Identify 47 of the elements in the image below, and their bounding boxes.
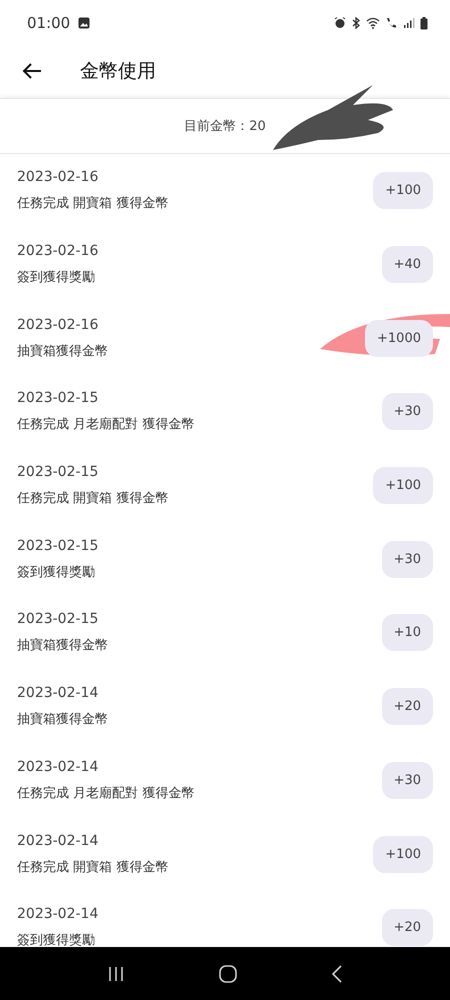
amount-badge: +1000	[365, 320, 433, 357]
record-description: 任務完成 月老廟配對 獲得金幣	[17, 416, 196, 434]
record-description: 任務完成 月老廟配對 獲得金幣	[17, 784, 196, 802]
record-date: 2023-02-16	[17, 169, 100, 186]
amount-badge: +30	[382, 393, 433, 430]
record-description: 抽寶箱獲得金幣	[17, 711, 109, 728]
record-date: 2023-02-16	[17, 243, 100, 260]
record-date: 2023-02-14	[17, 758, 100, 775]
record-description: 任務完成 開寶箱 獲得金幣	[17, 858, 170, 876]
balance-text: 目前金幣：20	[184, 118, 266, 135]
record-description: 抽寶箱獲得金幣	[17, 637, 109, 654]
record-date: 2023-02-15	[17, 611, 100, 628]
amount-badge: +10	[382, 614, 433, 652]
battery-icon	[420, 16, 428, 30]
home-icon[interactable]	[219, 964, 237, 982]
amount-badge: +100	[373, 467, 433, 504]
status-time: 01:00	[27, 14, 70, 32]
signal-icon	[403, 17, 415, 29]
record-date: 2023-02-14	[17, 906, 100, 922]
record-date: 2023-02-14	[17, 685, 100, 702]
bluetooth-icon	[351, 17, 361, 29]
record-description: 抽寶箱獲得金幣	[17, 342, 109, 360]
record-date: 2023-02-15	[17, 464, 100, 480]
back-icon[interactable]	[331, 964, 343, 982]
amount-badge: +100	[373, 172, 433, 210]
alarm-icon	[334, 17, 346, 29]
amount-badge: +30	[382, 540, 433, 578]
amount-badge: +20	[382, 688, 433, 726]
page-title: 金幣使用	[80, 59, 156, 84]
amount-badge: +20	[382, 909, 433, 946]
image-icon	[78, 17, 90, 29]
record-date: 2023-02-15	[17, 538, 100, 554]
record-description: 簽到獲得獎勵	[17, 932, 96, 947]
phone-icon	[385, 17, 398, 29]
wifi-icon	[366, 17, 380, 29]
amount-badge: +40	[382, 246, 433, 284]
record-date: 2023-02-16	[17, 316, 100, 333]
record-date: 2023-02-15	[17, 390, 100, 406]
recent-apps-icon[interactable]	[107, 966, 125, 982]
record-description: 簽到獲得獎勵	[17, 564, 96, 581]
record-description: 任務完成 開寶箱 獲得金幣	[17, 195, 170, 212]
amount-badge: +30	[382, 762, 433, 799]
amount-badge: +100	[373, 836, 433, 873]
record-description: 簽到獲得獎勵	[17, 269, 96, 286]
record-date: 2023-02-14	[17, 832, 100, 849]
record-description: 任務完成 開寶箱 獲得金幣	[17, 490, 170, 508]
back-arrow-icon[interactable]	[22, 62, 42, 80]
